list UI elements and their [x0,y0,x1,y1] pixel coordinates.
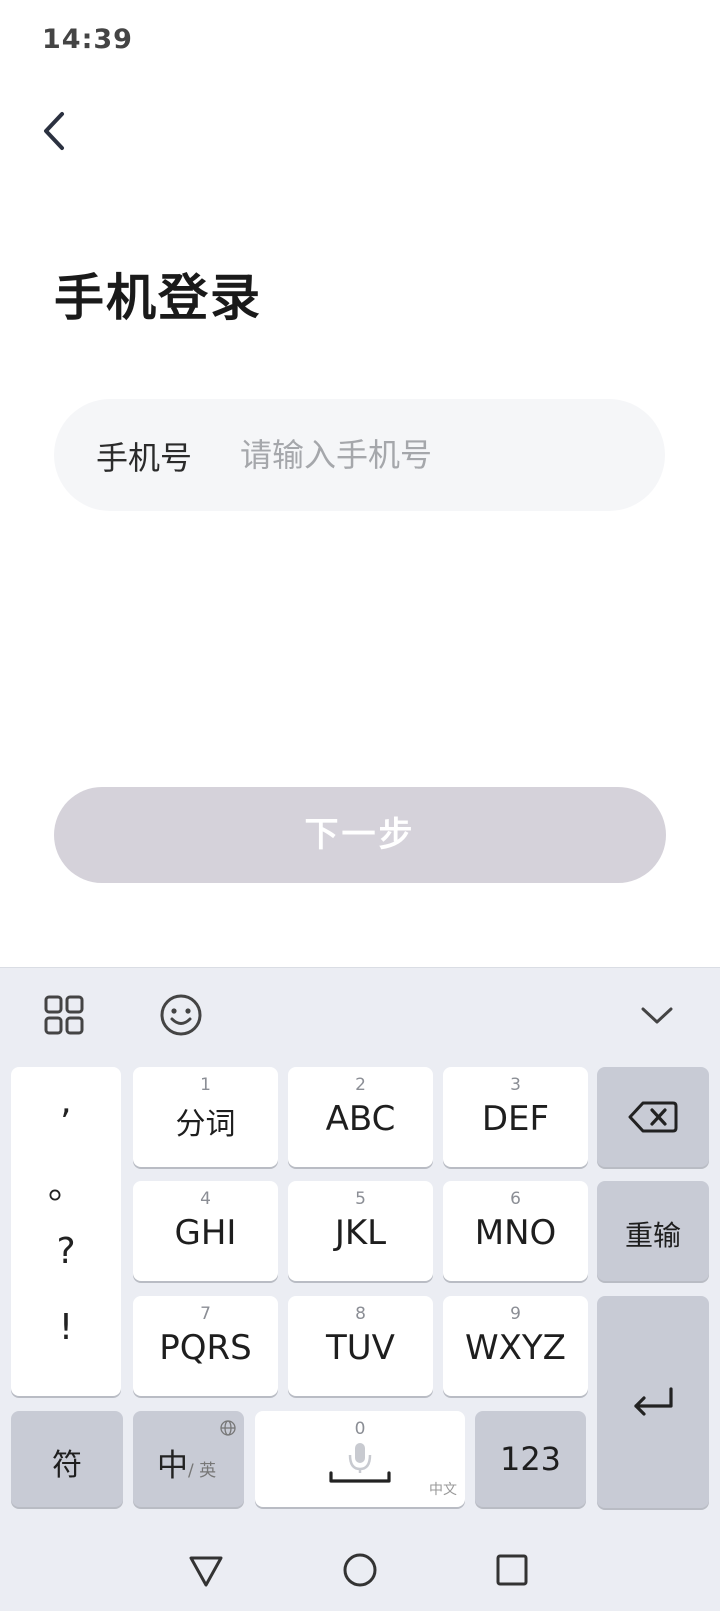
punct-period[interactable]: 。 [11,1157,121,1209]
key-number: 3 [510,1075,521,1095]
back-button[interactable] [36,106,76,156]
phone-input[interactable] [238,421,632,489]
key-number: 9 [510,1304,521,1324]
phone-label: 手机号 [96,439,193,477]
page-title: 手机登录 [54,269,262,327]
reinput-label: 重输 [624,1219,681,1252]
key-label: WXYZ [465,1328,566,1368]
key-label: 分词 [175,1107,236,1142]
punct-question[interactable]: ? [11,1231,121,1272]
key-8[interactable]: 8 TUV [288,1296,433,1396]
emoji-icon[interactable] [158,992,204,1038]
key-number: 6 [510,1189,521,1209]
key-3[interactable]: 3 DEF [443,1067,588,1167]
key-5[interactable]: 5 JKL [288,1181,433,1281]
mic-icon [329,1443,391,1483]
key-2[interactable]: 2 ABC [288,1067,433,1167]
key-number: 1 [200,1075,211,1095]
key-7[interactable]: 7 PQRS [133,1296,278,1396]
backspace-icon [628,1101,678,1133]
key-6[interactable]: 6 MNO [443,1181,588,1281]
key-label: TUV [326,1328,395,1368]
triangle-back-icon[interactable] [186,1550,226,1590]
navigation-bar [0,1540,720,1610]
chevron-left-icon [44,112,64,150]
lang-main: 中 [157,1448,188,1484]
key-4[interactable]: 4 GHI [133,1181,278,1281]
grid-icon[interactable] [43,994,85,1036]
enter-key[interactable] [597,1296,709,1508]
language-switch-key[interactable]: 中/ 英 [133,1411,244,1507]
keyboard: , 。 ? ! 1 分词 2 ABC 3 DEF 4 GHI 5 JKL 6 M… [0,967,720,1611]
key-9[interactable]: 9 WXYZ [443,1296,588,1396]
key-label: JKL [334,1213,387,1253]
globe-icon [220,1420,236,1436]
lang-sub: / 英 [188,1461,217,1481]
numeric-key[interactable]: 123 [475,1411,586,1507]
status-time: 14:39 [42,24,133,55]
key-number: 5 [355,1189,366,1209]
key-label: PQRS [159,1328,252,1368]
punct-exclaim[interactable]: ! [11,1307,121,1348]
symbol-label: 符 [52,1448,82,1483]
space-hint: 中文 [429,1482,457,1498]
key-number: 4 [200,1189,211,1209]
symbol-key[interactable]: 符 [11,1411,123,1507]
square-recents-icon[interactable] [492,1550,532,1590]
chevron-down-icon[interactable] [638,998,676,1032]
key-label: ABC [325,1099,396,1139]
key-number: 8 [355,1304,366,1324]
enter-icon [634,1387,673,1416]
key-number: 7 [200,1304,211,1324]
punct-comma[interactable]: , [11,1081,121,1122]
circle-home-icon[interactable] [340,1550,380,1590]
punctuation-key[interactable]: , 。 ? ! [11,1067,121,1396]
key-label: DEF [481,1099,550,1139]
key-number: 0 [354,1419,366,1439]
reinput-key[interactable]: 重输 [597,1181,709,1281]
space-key[interactable]: 0 中文 [255,1411,465,1507]
phone-field: 手机号 [54,399,665,511]
key-label: GHI [174,1213,237,1253]
key-1[interactable]: 1 分词 [133,1067,278,1167]
key-label: MNO [474,1213,557,1253]
numeric-label: 123 [499,1440,562,1478]
next-button[interactable]: 下一步 [54,787,666,883]
key-number: 2 [355,1075,366,1095]
backspace-key[interactable] [597,1067,709,1167]
